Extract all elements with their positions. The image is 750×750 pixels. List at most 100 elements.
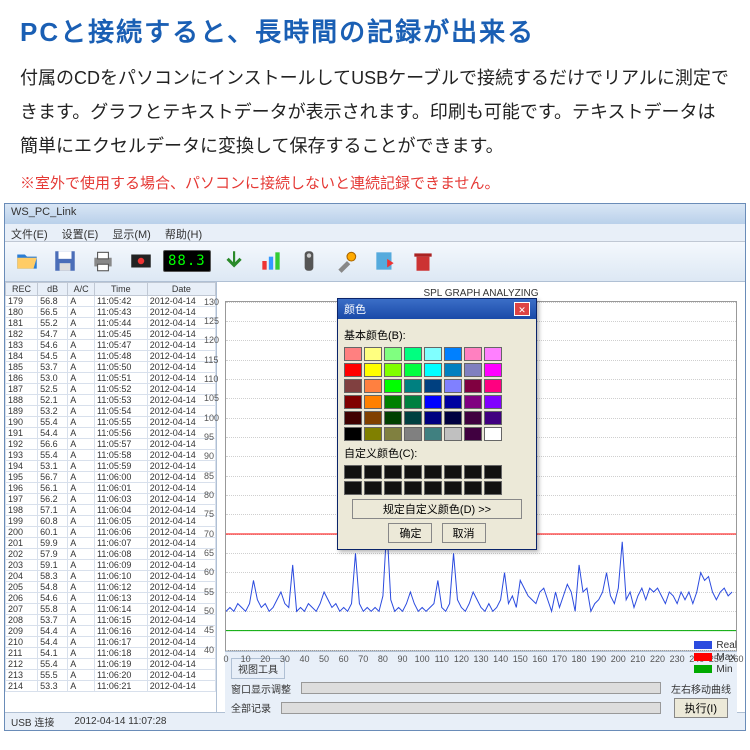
color-swatch[interactable]: [384, 347, 402, 361]
close-icon[interactable]: ✕: [514, 302, 530, 316]
color-swatch[interactable]: [484, 395, 502, 409]
window-adjust-scrollbar[interactable]: [301, 682, 661, 694]
menu-file[interactable]: 文件(E): [11, 226, 48, 239]
meter-icon[interactable]: [293, 245, 325, 277]
color-swatch[interactable]: [444, 363, 462, 377]
menu-view[interactable]: 显示(M): [112, 226, 151, 239]
custom-swatch[interactable]: [484, 465, 502, 479]
color-swatch[interactable]: [404, 395, 422, 409]
color-swatch[interactable]: [344, 347, 362, 361]
color-swatch[interactable]: [424, 411, 442, 425]
delete-icon[interactable]: [407, 245, 439, 277]
color-swatch[interactable]: [464, 347, 482, 361]
color-swatch[interactable]: [344, 395, 362, 409]
dialog-title: 颜色: [344, 301, 366, 317]
color-swatch[interactable]: [464, 363, 482, 377]
record-icon[interactable]: [125, 245, 157, 277]
color-swatch[interactable]: [364, 411, 382, 425]
save-icon[interactable]: [49, 245, 81, 277]
status-datetime: 2012-04-14 11:07:28: [74, 716, 166, 727]
color-swatch[interactable]: [364, 395, 382, 409]
all-records-scrollbar[interactable]: [281, 702, 661, 714]
color-swatch[interactable]: [484, 347, 502, 361]
custom-swatch[interactable]: [464, 481, 482, 495]
custom-swatch[interactable]: [444, 465, 462, 479]
ok-button[interactable]: 确定: [388, 523, 432, 543]
menu-settings[interactable]: 设置(E): [62, 226, 99, 239]
color-swatch[interactable]: [424, 395, 442, 409]
color-swatch[interactable]: [444, 347, 462, 361]
color-swatch[interactable]: [344, 427, 362, 441]
color-swatch[interactable]: [364, 363, 382, 377]
color-swatch[interactable]: [364, 427, 382, 441]
color-swatch[interactable]: [404, 363, 422, 377]
status-connection: USB 连接: [11, 714, 54, 729]
custom-swatch[interactable]: [404, 465, 422, 479]
color-dialog[interactable]: 颜色 ✕ 基本颜色(B): 自定义颜色(C): 规定自定义颜色(D) >> 确定…: [337, 298, 537, 550]
custom-swatch[interactable]: [384, 481, 402, 495]
open-icon[interactable]: [11, 245, 43, 277]
print-icon[interactable]: [87, 245, 119, 277]
export-icon[interactable]: [369, 245, 401, 277]
color-swatch[interactable]: [424, 347, 442, 361]
color-swatch[interactable]: [424, 363, 442, 377]
color-swatch[interactable]: [464, 427, 482, 441]
download-icon[interactable]: [217, 245, 249, 277]
custom-swatch[interactable]: [364, 465, 382, 479]
custom-colors-label: 自定义颜色(C):: [344, 445, 530, 461]
color-swatch[interactable]: [384, 379, 402, 393]
color-swatch[interactable]: [464, 411, 482, 425]
custom-swatch[interactable]: [364, 481, 382, 495]
color-swatch[interactable]: [424, 379, 442, 393]
color-swatch[interactable]: [484, 379, 502, 393]
data-table[interactable]: RECdBA/CTimeDate17956.8A11:05:422012-04-…: [5, 282, 217, 712]
custom-swatch[interactable]: [344, 481, 362, 495]
color-swatch[interactable]: [444, 379, 462, 393]
custom-swatch[interactable]: [484, 481, 502, 495]
color-swatch[interactable]: [464, 395, 482, 409]
color-swatch[interactable]: [444, 395, 462, 409]
color-swatch[interactable]: [484, 363, 502, 377]
basic-color-swatches[interactable]: [344, 347, 530, 441]
color-swatch[interactable]: [344, 411, 362, 425]
color-swatch[interactable]: [404, 411, 422, 425]
window-titlebar: WS_PC_Link: [5, 204, 745, 224]
chart-area: SPL GRAPH ANALYZING 40455055606570758085…: [217, 282, 745, 712]
execute-button[interactable]: 执行(I): [674, 698, 728, 718]
pan-curve-label: 左右移动曲线: [671, 681, 731, 696]
color-swatch[interactable]: [444, 427, 462, 441]
menu-bar[interactable]: 文件(E) 设置(E) 显示(M) 帮助(H): [5, 224, 745, 242]
color-swatch[interactable]: [404, 347, 422, 361]
color-swatch[interactable]: [344, 379, 362, 393]
custom-swatch[interactable]: [444, 481, 462, 495]
menu-help[interactable]: 帮助(H): [165, 226, 202, 239]
color-swatch[interactable]: [404, 379, 422, 393]
color-swatch[interactable]: [384, 395, 402, 409]
cancel-button[interactable]: 取消: [442, 523, 486, 543]
chart-icon[interactable]: [255, 245, 287, 277]
custom-swatch[interactable]: [344, 465, 362, 479]
color-swatch[interactable]: [364, 347, 382, 361]
dialog-titlebar[interactable]: 颜色 ✕: [338, 299, 536, 319]
color-swatch[interactable]: [484, 411, 502, 425]
color-swatch[interactable]: [464, 379, 482, 393]
color-swatch[interactable]: [384, 411, 402, 425]
color-swatch[interactable]: [344, 363, 362, 377]
color-swatch[interactable]: [444, 411, 462, 425]
color-swatch[interactable]: [364, 379, 382, 393]
custom-swatch[interactable]: [464, 465, 482, 479]
custom-swatch[interactable]: [424, 481, 442, 495]
custom-swatch[interactable]: [424, 465, 442, 479]
all-records-label: 全部记录: [231, 700, 271, 715]
custom-swatch[interactable]: [404, 481, 422, 495]
basic-colors-label: 基本颜色(B):: [344, 327, 530, 343]
define-custom-button[interactable]: 规定自定义颜色(D) >>: [352, 499, 522, 519]
tools-icon[interactable]: [331, 245, 363, 277]
color-swatch[interactable]: [384, 427, 402, 441]
color-swatch[interactable]: [404, 427, 422, 441]
color-swatch[interactable]: [484, 427, 502, 441]
custom-swatch[interactable]: [384, 465, 402, 479]
color-swatch[interactable]: [384, 363, 402, 377]
color-swatch[interactable]: [424, 427, 442, 441]
custom-color-swatches[interactable]: [344, 465, 530, 495]
